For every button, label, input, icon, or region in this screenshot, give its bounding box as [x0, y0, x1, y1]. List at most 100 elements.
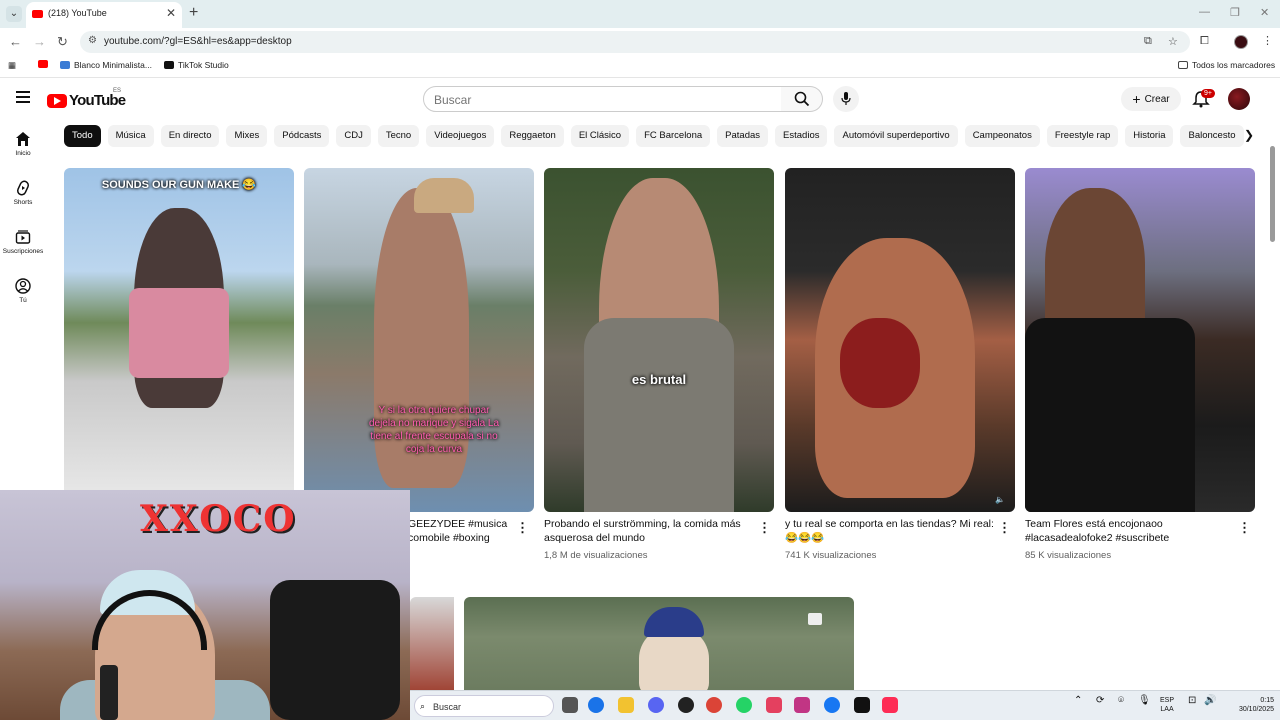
video-more-icon[interactable]: ⋮ — [1238, 520, 1251, 536]
thumb-caption-1: SOUNDS OUR GUN MAKE 😂 — [101, 179, 257, 191]
video-title-4[interactable]: y tu real se comporta en las tiendas? Mi… — [785, 517, 995, 545]
volume-icon[interactable]: 🔈 — [995, 495, 1005, 504]
you-icon — [15, 278, 31, 294]
tray-apps-icon[interactable]: ⟳ — [1096, 696, 1104, 706]
video-thumbnail-row2-2[interactable] — [464, 597, 854, 697]
site-info-icon[interactable]: ⚙ — [88, 35, 97, 46]
lang-bottom: LAA — [1160, 706, 1174, 713]
video-title-2[interactable]: GEEZYDEE #musica comobile #boxing — [408, 517, 508, 545]
chip-baloncesto[interactable]: Baloncesto — [1180, 125, 1244, 147]
chip-patadas[interactable]: Patadas — [717, 125, 769, 147]
search-input[interactable] — [434, 93, 764, 107]
video-thumbnail-2[interactable]: Y si la otra quiere chupar dejela no mar… — [304, 168, 534, 512]
chip-el-clasico[interactable]: El Clásico — [570, 125, 630, 147]
video-more-icon[interactable]: ⋮ — [998, 520, 1011, 536]
chip-mixes[interactable]: Mixes — [226, 125, 268, 147]
back-icon[interactable]: ← — [9, 34, 22, 49]
tray-wifi-icon[interactable]: ⌾ — [1118, 696, 1124, 706]
obs-icon[interactable] — [678, 697, 694, 713]
chip-freestyle-rap[interactable]: Freestyle rap — [1046, 125, 1119, 147]
search-button[interactable] — [781, 86, 823, 112]
task-view-icon[interactable] — [562, 697, 578, 713]
thumb-caption-3: es brutal — [631, 372, 687, 387]
minimize-icon[interactable]: — — [1199, 6, 1210, 18]
tiktok-studio-icon[interactable] — [882, 697, 898, 713]
account-avatar[interactable] — [1228, 88, 1250, 110]
chip-cdj[interactable]: CDJ — [336, 125, 371, 147]
instagram-icon[interactable] — [794, 697, 810, 713]
tray-network-icon[interactable]: ⊡ — [1188, 696, 1196, 706]
video-thumbnail-1[interactable]: SOUNDS OUR GUN MAKE 😂 — [64, 168, 294, 512]
discord-icon[interactable] — [648, 697, 664, 713]
tray-mic-icon[interactable]: 🎙 — [1138, 696, 1151, 706]
restore-icon[interactable]: ❐ — [1230, 6, 1240, 19]
apps-grid-icon[interactable]: ▦ — [8, 60, 16, 71]
browser-tab[interactable]: (218) YouTube ✕ — [26, 2, 182, 28]
home-icon — [16, 132, 30, 146]
sidebar-item-suscripciones[interactable]: Suscripciones — [0, 229, 46, 255]
bookmark-blanco[interactable]: Blanco Minimalista... — [60, 60, 152, 70]
browser-profile-avatar[interactable] — [1234, 35, 1248, 49]
url-bar[interactable]: ⚙ youtube.com/?gl=ES&hl=es&app=desktop ⧉… — [80, 31, 1190, 53]
video-more-icon[interactable]: ⋮ — [758, 520, 771, 536]
bookmark-star-icon[interactable]: ☆ — [1168, 35, 1178, 48]
facebook-icon[interactable] — [824, 697, 840, 713]
file-explorer-icon[interactable] — [618, 697, 634, 713]
close-tab-icon[interactable]: ✕ — [166, 6, 176, 20]
chrome-icon[interactable] — [706, 697, 722, 713]
chip-reggaeton[interactable]: Reggaeton — [501, 125, 564, 147]
chip-historia[interactable]: Historia — [1125, 125, 1174, 147]
browser-menu-icon[interactable]: ⋮ — [1262, 34, 1273, 47]
video-title-5[interactable]: Team Flores está encojonaoo #lacasadealo… — [1025, 517, 1235, 545]
chip-en-directo[interactable]: En directo — [160, 125, 220, 147]
bookmark-tiktok-studio[interactable]: TikTok Studio — [164, 60, 229, 70]
youtube-bookmark-icon[interactable] — [38, 60, 48, 68]
new-tab-icon[interactable]: + — [189, 4, 198, 22]
chip-podcasts[interactable]: Pódcasts — [274, 125, 330, 147]
close-window-icon[interactable]: ✕ — [1260, 6, 1269, 19]
video-thumbnail-5[interactable] — [1025, 168, 1255, 512]
sidebar-item-tu[interactable]: Tú — [0, 278, 46, 304]
edge-icon[interactable] — [588, 697, 604, 713]
chip-todo[interactable]: Todo — [64, 125, 101, 147]
taskbar-search[interactable]: ⌕ Buscar — [414, 695, 554, 717]
page-scrollbar[interactable] — [1270, 146, 1275, 242]
chip-videojuegos[interactable]: Videojuegos — [426, 125, 495, 147]
taskbar-search-label: Buscar — [433, 702, 462, 712]
language-indicator[interactable]: ESP LAA — [1160, 696, 1174, 714]
category-chips: Todo Música En directo Mixes Pódcasts CDJ Tecn… — [64, 125, 1244, 147]
video-thumbnail-3[interactable]: es brutal — [544, 168, 774, 512]
create-button[interactable]: + Crear — [1121, 87, 1181, 111]
voice-search-button[interactable] — [833, 86, 859, 112]
forward-icon[interactable]: → — [33, 34, 46, 49]
chip-estadios[interactable]: Estadios — [775, 125, 828, 147]
clock[interactable]: 0:15 30/10/2025 — [1222, 696, 1274, 714]
video-title-3[interactable]: Probando el surströmming, la comida más … — [544, 517, 754, 545]
chip-musica[interactable]: Música — [107, 125, 154, 147]
install-app-icon[interactable]: ⧉ — [1144, 35, 1152, 48]
youtube-logo[interactable]: YouTube ES — [47, 88, 126, 109]
tab-search-icon[interactable]: ⌄ — [6, 6, 22, 22]
chip-campeonatos[interactable]: Campeonatos — [964, 125, 1040, 147]
sidebar-item-inicio[interactable]: Inicio — [0, 131, 46, 157]
video-thumbnail-row2-1[interactable] — [410, 597, 454, 697]
hamburger-menu-icon[interactable] — [16, 91, 30, 103]
tray-chevron-icon[interactable]: ⌃ — [1074, 696, 1082, 706]
chips-next-chevron-icon[interactable]: ❯ — [1244, 128, 1254, 142]
sidebar-item-shorts[interactable]: Shorts — [0, 180, 46, 206]
tray-volume-icon[interactable]: 🔊 — [1204, 696, 1216, 706]
chip-fc-barcelona[interactable]: FC Barcelona — [636, 125, 711, 147]
clock-time: 0:15 — [1260, 697, 1274, 704]
all-bookmarks[interactable]: Todos los marcadores — [1178, 60, 1275, 70]
tiktok-icon[interactable] — [854, 697, 870, 713]
extensions-icon[interactable]: ⧠ — [1200, 35, 1209, 48]
video-thumbnail-4[interactable]: 🔈 — [785, 168, 1015, 512]
microphone-arm — [100, 665, 118, 720]
video-more-icon[interactable]: ⋮ — [516, 520, 529, 536]
whatsapp-icon[interactable] — [736, 697, 752, 713]
chip-tecno[interactable]: Tecno — [377, 125, 420, 147]
reload-icon[interactable]: ↻ — [57, 34, 68, 50]
chip-automovil[interactable]: Automóvil superdeportivo — [834, 125, 958, 147]
snipping-icon[interactable] — [766, 697, 782, 713]
video-views-5: 85 K visualizaciones — [1025, 550, 1112, 561]
